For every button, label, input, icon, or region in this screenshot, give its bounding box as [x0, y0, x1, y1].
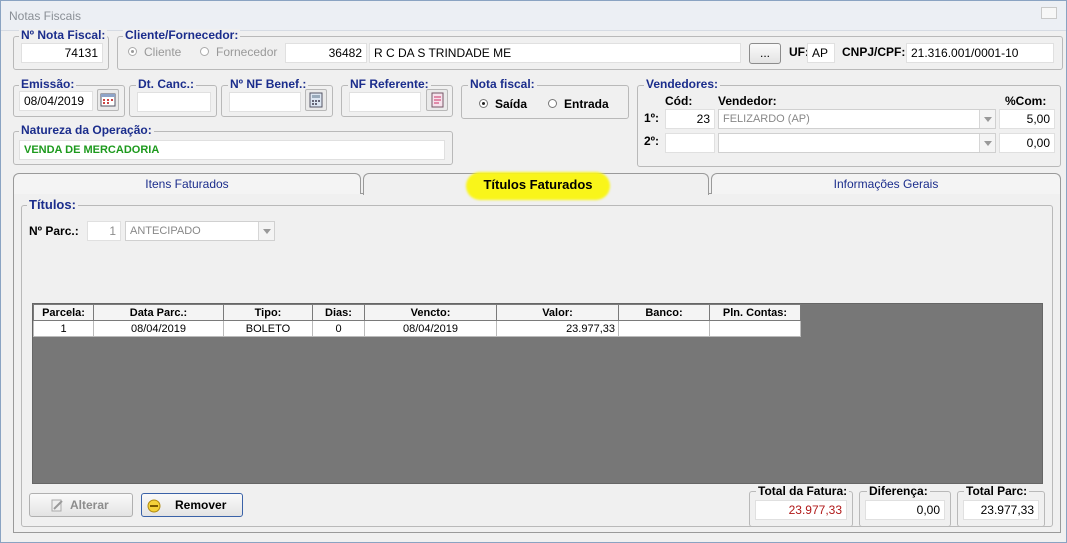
- vendedor-row2-cod[interactable]: [665, 133, 715, 153]
- dt-canc-label: Dt. Canc.:: [136, 77, 197, 91]
- total-fatura-field: 23.977,33: [755, 500, 847, 520]
- nf-referente-field[interactable]: [349, 92, 421, 112]
- tab-informacoes-gerais[interactable]: Informações Gerais: [711, 173, 1061, 194]
- col-com-label: %Com:: [1005, 94, 1047, 108]
- parc-field[interactable]: 1: [87, 221, 121, 241]
- cnpj-label: CNPJ/CPF:: [842, 45, 906, 59]
- vendedor-row2-select[interactable]: [718, 133, 996, 153]
- diferenca-field: 0,00: [865, 500, 945, 520]
- tab-itens-faturados[interactable]: Itens Faturados: [13, 173, 361, 194]
- cell-vencto[interactable]: 08/04/2019: [364, 320, 497, 337]
- cell-dias[interactable]: 0: [312, 320, 365, 337]
- vendedor-row1-com[interactable]: 5,00: [999, 109, 1055, 129]
- cnpj-field[interactable]: 21.316.001/0001-10: [906, 43, 1054, 63]
- cliente-label: Cliente/Fornecedor:: [123, 28, 241, 42]
- vendedor-row2-label: 2º:: [644, 134, 660, 148]
- cliente-code-field[interactable]: 36482: [285, 43, 367, 63]
- col-banco[interactable]: Banco:: [618, 304, 710, 321]
- titulos-label: Títulos:: [27, 197, 78, 212]
- table-header-row: Parcela: Data Parc.: Tipo: Dias: Vencto:…: [33, 304, 801, 321]
- cliente-name-field[interactable]: R C DA S TRINDADE ME: [369, 43, 741, 63]
- titulos-table: Parcela: Data Parc.: Tipo: Dias: Vencto:…: [33, 304, 801, 337]
- cell-data-parc[interactable]: 08/04/2019: [93, 320, 224, 337]
- chevron-down-icon: [979, 134, 995, 152]
- uf-label: UF:: [789, 45, 809, 59]
- col-vencto[interactable]: Vencto:: [364, 304, 497, 321]
- total-fatura-label: Total da Fatura:: [756, 484, 850, 498]
- cell-pln-contas[interactable]: [709, 320, 801, 337]
- vendedor-row2-com[interactable]: 0,00: [999, 133, 1055, 153]
- radio-fornecedor[interactable]: [200, 47, 209, 56]
- total-parc-label: Total Parc:: [964, 484, 1030, 498]
- nf-referente-button[interactable]: [426, 89, 448, 111]
- col-pln-contas[interactable]: Pln. Contas:: [709, 304, 801, 321]
- cell-tipo[interactable]: BOLETO: [223, 320, 313, 337]
- chevron-down-icon: [979, 110, 995, 128]
- remove-icon: [147, 499, 161, 513]
- radio-cliente-label: Cliente: [144, 45, 182, 59]
- close-button[interactable]: [1041, 7, 1057, 19]
- title-bar: Notas Fiscais: [1, 1, 1066, 31]
- edit-icon: [51, 499, 63, 512]
- vendedor-row1-name: FELIZARDO (AP): [723, 113, 810, 125]
- natureza-field[interactable]: VENDA DE MERCADORIA: [19, 140, 445, 160]
- diferenca-label: Diferença:: [867, 484, 930, 498]
- alterar-button[interactable]: Alterar: [29, 493, 133, 517]
- nf-benef-button[interactable]: [305, 89, 327, 111]
- vendedor-row1-select[interactable]: FELIZARDO (AP): [718, 109, 996, 129]
- uf-field[interactable]: AP: [807, 43, 835, 63]
- radio-entrada[interactable]: [548, 99, 557, 108]
- vendedor-row1-label: 1º:: [644, 111, 660, 125]
- col-dias[interactable]: Dias:: [312, 304, 365, 321]
- parc-type-value: ANTECIPADO: [130, 225, 201, 237]
- col-vendedor-label: Vendedor:: [718, 94, 777, 108]
- total-parc-field: 23.977,33: [963, 500, 1039, 520]
- parc-type-select[interactable]: ANTECIPADO: [125, 221, 275, 241]
- col-valor[interactable]: Valor:: [496, 304, 619, 321]
- titulos-grid[interactable]: Parcela: Data Parc.: Tipo: Dias: Vencto:…: [32, 303, 1043, 484]
- table-row[interactable]: 1 08/04/2019 BOLETO 0 08/04/2019 23.977,…: [33, 320, 801, 337]
- parc-label: Nº Parc.:: [29, 224, 79, 238]
- calendar-icon: [100, 93, 116, 107]
- remover-label: Remover: [175, 498, 227, 512]
- radio-entrada-label: Entrada: [564, 97, 609, 111]
- nota-fiscal-tipo-label: Nota fiscal:: [468, 77, 537, 91]
- cell-parcela[interactable]: 1: [33, 320, 94, 337]
- radio-saida[interactable]: [479, 99, 488, 108]
- alterar-label: Alterar: [70, 498, 109, 512]
- dt-canc-field[interactable]: [137, 92, 211, 112]
- window-title: Notas Fiscais: [9, 9, 82, 23]
- radio-saida-label: Saída: [495, 97, 528, 111]
- document-icon: [431, 92, 444, 108]
- radio-cliente[interactable]: [128, 47, 137, 56]
- cell-valor[interactable]: 23.977,33: [496, 320, 619, 337]
- tab-titulos-faturados-label: Títulos Faturados: [483, 177, 593, 192]
- col-parcela[interactable]: Parcela:: [33, 304, 94, 321]
- radio-fornecedor-label: Fornecedor: [216, 45, 278, 59]
- vendedor-row1-cod[interactable]: 23: [665, 109, 715, 129]
- browse-cliente-button[interactable]: ...: [749, 43, 781, 64]
- calculator-icon: [309, 92, 323, 108]
- natureza-label: Natureza da Operação:: [19, 123, 154, 137]
- emissao-label: Emissão:: [19, 77, 77, 91]
- nota-fiscal-label: Nº Nota Fiscal:: [19, 28, 108, 42]
- nf-referente-label: NF Referente:: [348, 77, 431, 91]
- emissao-field[interactable]: 08/04/2019: [19, 91, 93, 111]
- col-tipo[interactable]: Tipo:: [223, 304, 313, 321]
- col-data-parc[interactable]: Data Parc.:: [93, 304, 224, 321]
- cell-banco[interactable]: [618, 320, 710, 337]
- nf-benef-label: Nº NF Benef.:: [228, 77, 309, 91]
- notas-fiscais-window: Notas Fiscais Nº Nota Fiscal: 74131 Clie…: [0, 0, 1067, 543]
- chevron-down-icon: [258, 222, 274, 240]
- nota-fiscal-field[interactable]: 74131: [21, 43, 103, 63]
- remover-button[interactable]: Remover: [141, 493, 243, 517]
- col-cod-label: Cód:: [665, 94, 693, 108]
- nf-benef-field[interactable]: [229, 92, 301, 112]
- emissao-calendar-button[interactable]: [97, 89, 119, 111]
- vendedores-label: Vendedores:: [644, 77, 721, 91]
